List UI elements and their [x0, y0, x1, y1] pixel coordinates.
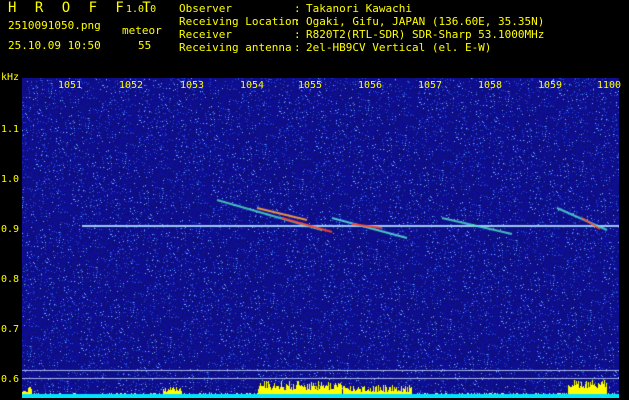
- meteor-count: 55: [138, 39, 152, 52]
- x-tick-label: 1052: [119, 80, 144, 91]
- y-tick-label: 0.7: [1, 324, 20, 335]
- antenna-label: Receiving antenna: [179, 41, 292, 54]
- location-colon: :: [294, 15, 301, 28]
- observer-label: Observer: [179, 2, 232, 15]
- x-tick-label: 1056: [358, 80, 383, 91]
- observer-value: Takanori Kawachi: [306, 2, 412, 15]
- x-tick-label: 1059: [538, 80, 563, 91]
- waterfall-canvas: [22, 78, 619, 398]
- y-tick-label: 1.1: [1, 124, 20, 135]
- app-version: 1.0.0: [126, 4, 157, 15]
- x-tick-label: 1055: [298, 80, 323, 91]
- location-value: Ogaki, Gifu, JAPAN (136.60E, 35.35N): [306, 15, 545, 28]
- waterfall-spectrogram: [22, 78, 619, 398]
- y-tick-label: 1.0: [1, 174, 20, 185]
- observer-colon: :: [294, 2, 301, 15]
- receiver-label: Receiver: [179, 28, 232, 41]
- x-tick-label: 1057: [418, 80, 443, 91]
- date-time: 25.10.09 10:50: [8, 39, 101, 52]
- antenna-colon: :: [294, 41, 301, 54]
- y-tick-label: 0.8: [1, 274, 20, 285]
- file-name: 2510091050.png: [8, 19, 101, 32]
- y-tick-label: 0.6: [1, 374, 20, 385]
- y-tick-label: 0.9: [1, 224, 20, 235]
- x-tick-label: 1058: [478, 80, 503, 91]
- header-panel: H R O F F T 1.0.0 2510091050.png 25.10.0…: [0, 0, 629, 78]
- y-axis-unit: kHz: [1, 72, 20, 83]
- detection-mode: meteor: [122, 24, 162, 37]
- x-tick-label: 1051: [58, 80, 83, 91]
- receiver-colon: :: [294, 28, 301, 41]
- x-tick-label: 1100: [597, 80, 622, 91]
- x-tick-label: 1054: [240, 80, 265, 91]
- x-tick-label: 1053: [180, 80, 205, 91]
- antenna-value: 2el-HB9CV Vertical (el. E-W): [306, 41, 492, 54]
- location-label: Receiving Location: [179, 15, 299, 28]
- receiver-value: R820T2(RTL-SDR) SDR-Sharp 53.1000MHz: [306, 28, 545, 41]
